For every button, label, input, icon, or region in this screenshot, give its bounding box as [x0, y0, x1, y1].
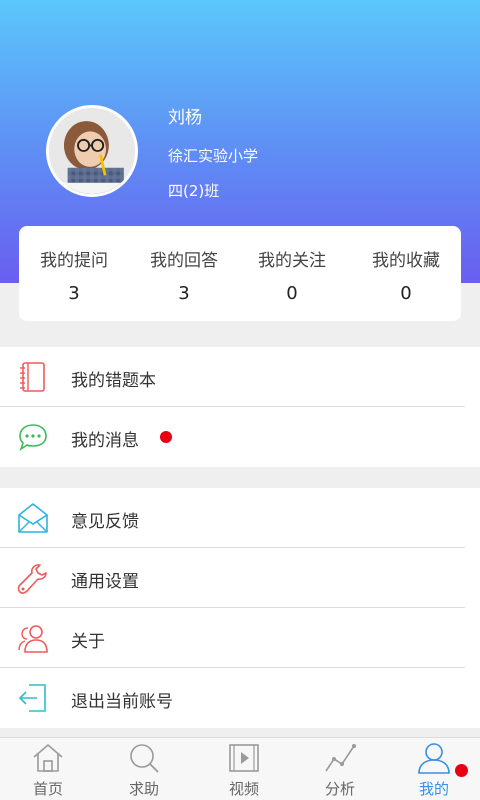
- user-class: 四(2)班: [168, 182, 220, 200]
- stat-value: 0: [286, 283, 298, 304]
- avatar[interactable]: [46, 105, 138, 197]
- tab-help[interactable]: 求助: [96, 738, 192, 800]
- tab-label: 首页: [32, 780, 63, 798]
- tab-mine[interactable]: 我的: [386, 738, 480, 800]
- menu-item-logout[interactable]: 退出当前账号: [0, 668, 480, 728]
- logout-icon: [16, 681, 50, 715]
- stats-card: 我的提问 3 我的回答 3 我的关注 0 我的收藏 0: [19, 226, 461, 321]
- menu-item-label: 通用设置: [71, 572, 139, 592]
- stat-my-answers[interactable]: 我的回答 3: [129, 226, 239, 321]
- envelope-icon: [16, 501, 50, 535]
- user-school: 徐汇实验小学: [168, 147, 259, 165]
- tab-label: 我的: [418, 780, 449, 798]
- menu-item-about[interactable]: 关于: [0, 608, 480, 668]
- search-icon: [127, 741, 161, 775]
- stat-my-favorites[interactable]: 我的收藏 0: [351, 226, 461, 321]
- bottom-tab-bar: 首页 求助 视频 分析 我的: [0, 737, 480, 800]
- stat-value: 3: [178, 283, 190, 304]
- unread-badge: [160, 431, 172, 443]
- wrench-icon: [16, 561, 50, 595]
- tab-label: 视频: [228, 780, 259, 798]
- home-icon: [31, 741, 65, 775]
- stat-my-follows[interactable]: 我的关注 0: [237, 226, 347, 321]
- tab-video[interactable]: 视频: [196, 738, 292, 800]
- stat-label: 我的回答: [150, 251, 218, 271]
- tab-label: 分析: [324, 780, 355, 798]
- user-icon: [417, 741, 451, 775]
- tab-home[interactable]: 首页: [0, 738, 96, 800]
- avatar-photo: [49, 108, 135, 194]
- menu-group-personal: 我的错题本 我的消息: [0, 347, 480, 467]
- notebook-icon: [16, 360, 50, 394]
- menu-item-messages[interactable]: 我的消息: [0, 407, 480, 467]
- menu-item-label: 我的错题本: [71, 371, 156, 391]
- stat-label: 我的收藏: [372, 251, 440, 271]
- stat-label: 我的提问: [40, 251, 108, 271]
- menu-group-system: 意见反馈 通用设置 关于 退出当前账号: [0, 488, 480, 728]
- menu-item-label: 关于: [71, 632, 105, 652]
- tab-analysis[interactable]: 分析: [292, 738, 388, 800]
- menu-item-label: 退出当前账号: [71, 692, 173, 712]
- tab-badge: [455, 764, 468, 777]
- line-chart-icon: [323, 741, 357, 775]
- stat-my-questions[interactable]: 我的提问 3: [19, 226, 129, 321]
- menu-item-settings[interactable]: 通用设置: [0, 548, 480, 608]
- stat-value: 0: [400, 283, 412, 304]
- menu-item-feedback[interactable]: 意见反馈: [0, 488, 480, 548]
- users-icon: [16, 621, 50, 655]
- video-play-icon: [227, 741, 261, 775]
- menu-item-label: 意见反馈: [71, 512, 139, 532]
- tab-label: 求助: [128, 780, 159, 798]
- menu-item-label: 我的消息: [71, 431, 139, 451]
- chat-bubble-icon: [16, 420, 50, 454]
- stat-label: 我的关注: [258, 251, 326, 271]
- stat-value: 3: [68, 283, 80, 304]
- user-name: 刘杨: [168, 108, 202, 128]
- menu-item-wrong-questions[interactable]: 我的错题本: [0, 347, 480, 407]
